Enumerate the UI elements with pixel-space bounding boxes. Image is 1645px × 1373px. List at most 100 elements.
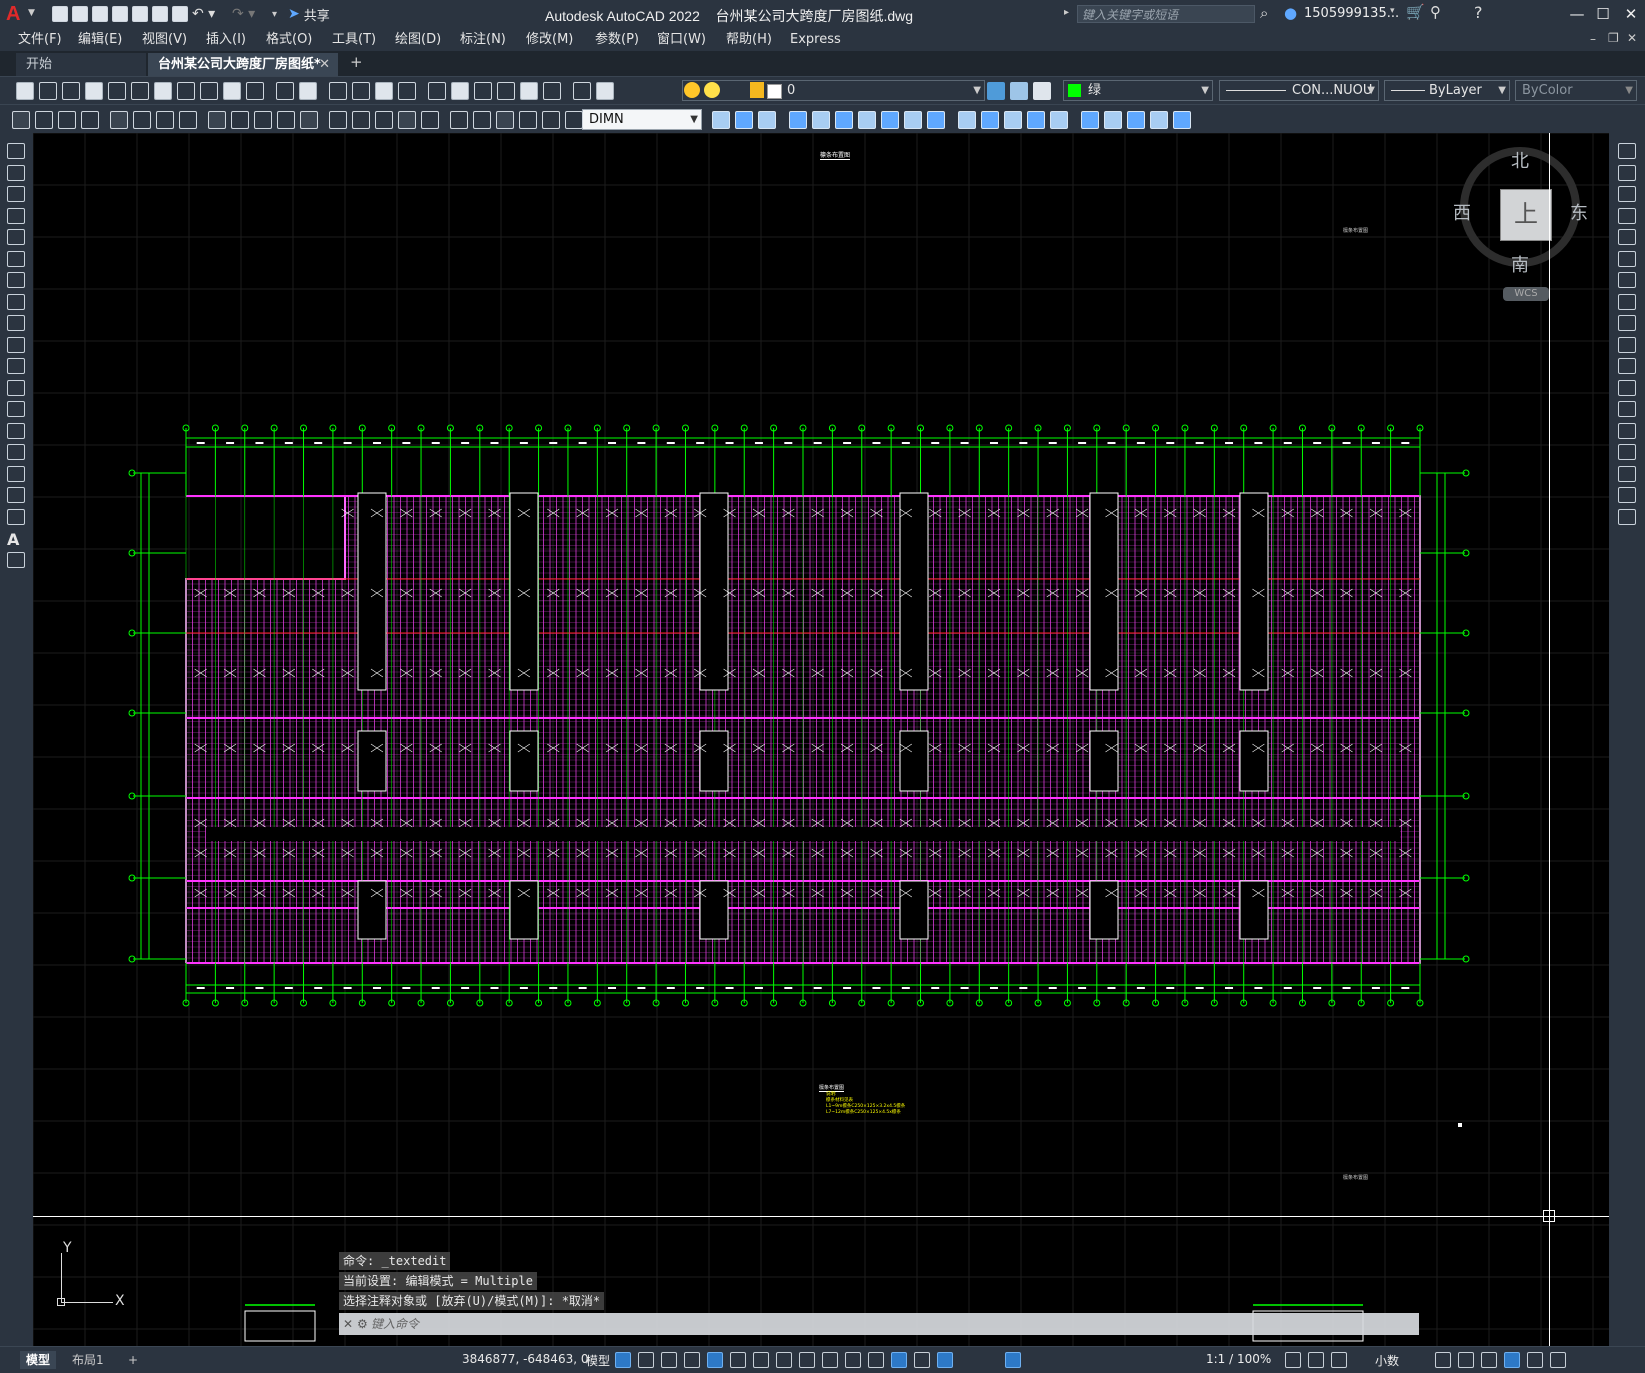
undo-icon[interactable]: ↶ ▾ — [192, 6, 228, 22]
zoom-previous-icon[interactable] — [398, 82, 416, 100]
dim-tool-20-icon[interactable] — [473, 111, 491, 129]
quick-properties-icon[interactable] — [1435, 1352, 1451, 1368]
markup-icon[interactable] — [520, 82, 538, 100]
tab-close-icon[interactable]: ✕ — [319, 53, 330, 76]
hardware-accel-icon[interactable] — [1504, 1352, 1520, 1368]
solid-tool-20-icon[interactable] — [1173, 111, 1191, 129]
sheet-set-icon[interactable] — [497, 82, 515, 100]
revcloud-icon[interactable] — [7, 293, 25, 310]
color-dropdown[interactable]: 绿 ▼ — [1063, 80, 1213, 101]
menu-parametric[interactable]: 参数(P) — [595, 31, 639, 49]
design-center-icon[interactable] — [451, 82, 469, 100]
solid-tool-7-icon[interactable] — [858, 111, 876, 129]
snap-icon[interactable] — [638, 1352, 654, 1368]
dimstyle-dropdown[interactable]: DIMN ▼ — [582, 109, 702, 130]
plotstyle-dropdown[interactable]: ByColor ▼ — [1515, 80, 1637, 101]
dim-tool-1-icon[interactable] — [12, 111, 30, 129]
user-icon[interactable]: ● — [1284, 4, 1297, 22]
close-button[interactable]: ✕ — [1620, 4, 1642, 24]
command-settings-icon[interactable]: ⚙ — [357, 1313, 368, 1335]
pan-icon[interactable] — [329, 82, 347, 100]
ellipse-icon[interactable] — [7, 336, 25, 353]
dim-tool-18-icon[interactable] — [421, 111, 439, 129]
doc-minimize-icon[interactable]: – — [1590, 32, 1596, 46]
layer-match-icon[interactable] — [1033, 82, 1051, 100]
dim-tool-11-icon[interactable] — [254, 111, 272, 129]
match-properties-icon[interactable] — [246, 82, 264, 100]
dim-tool-3-icon[interactable] — [58, 111, 76, 129]
dim-tool-13-icon[interactable] — [300, 111, 318, 129]
solid-tool-4-icon[interactable] — [789, 111, 807, 129]
dim-tool-16-icon[interactable] — [375, 111, 393, 129]
tab-drawing[interactable]: 台州某公司大跨度厂房图纸* ✕ — [148, 53, 338, 76]
zoom-realtime-icon[interactable] — [352, 82, 370, 100]
zoom-window-icon[interactable] — [375, 82, 393, 100]
dim-tool-10-icon[interactable] — [231, 111, 249, 129]
user-name[interactable]: 1505999135... — [1304, 6, 1399, 21]
solid-tool-13-icon[interactable] — [1004, 111, 1022, 129]
store-cart-icon[interactable]: 🛒 — [1406, 3, 1425, 21]
extend-icon[interactable] — [1618, 358, 1636, 374]
autocad-logo-icon[interactable]: A — [6, 3, 28, 25]
join-icon[interactable] — [1618, 422, 1636, 439]
mtext-icon[interactable]: A — [7, 530, 25, 549]
stretch-icon[interactable] — [1618, 315, 1636, 331]
solid-tool-12-icon[interactable] — [981, 111, 999, 129]
dim-tool-9-icon[interactable] — [208, 111, 226, 129]
polar-icon[interactable] — [707, 1352, 723, 1368]
copy-icon[interactable] — [1618, 164, 1636, 181]
polygon-icon[interactable] — [7, 207, 25, 224]
layer-dropdown[interactable]: 0 ▼ — [682, 80, 985, 101]
grid-icon[interactable] — [615, 1352, 631, 1368]
doc-close-icon[interactable]: ✕ — [1627, 31, 1637, 45]
command-close-icon[interactable]: ✕ — [343, 1313, 353, 1335]
menu-express[interactable]: Express — [790, 31, 841, 49]
rectangle-icon[interactable] — [7, 229, 25, 245]
solid-tool-15-icon[interactable] — [1050, 111, 1068, 129]
open-file-icon[interactable] — [72, 6, 88, 22]
solid-tool-8-icon[interactable] — [881, 111, 899, 129]
erase-icon[interactable] — [1618, 143, 1636, 159]
dim-tool-23-icon[interactable] — [542, 111, 560, 129]
point-icon[interactable] — [7, 422, 25, 439]
gradient-icon[interactable] — [7, 465, 25, 482]
selection-filter-icon[interactable] — [914, 1352, 930, 1368]
linetype-dropdown[interactable]: CON...NUOU ▼ — [1219, 80, 1379, 101]
open-icon[interactable] — [39, 82, 57, 100]
polyline-icon[interactable] — [7, 186, 25, 202]
line-icon[interactable] — [7, 143, 25, 159]
osnap-icon[interactable] — [776, 1352, 792, 1368]
scale-icon[interactable] — [1618, 293, 1636, 310]
rotate-icon[interactable] — [1618, 272, 1636, 288]
dim-tool-14-icon[interactable] — [329, 111, 347, 129]
lineweight-dropdown[interactable]: ByLayer ▼ — [1384, 80, 1510, 101]
maximize-button[interactable]: ☐ — [1592, 4, 1614, 24]
redo-icon[interactable] — [299, 82, 317, 100]
solid-tool-2-icon[interactable] — [735, 111, 753, 129]
dim-tool-2-icon[interactable] — [35, 111, 53, 129]
selection-cycling-icon[interactable] — [845, 1352, 861, 1368]
gizmo-icon[interactable] — [937, 1352, 953, 1368]
print-icon[interactable] — [85, 82, 103, 100]
offset-icon[interactable] — [1618, 207, 1636, 224]
insert-block-icon[interactable] — [7, 379, 25, 396]
clean-screen-icon[interactable] — [1527, 1352, 1543, 1368]
layer-previous-icon[interactable] — [987, 82, 1005, 100]
help-icon[interactable] — [573, 82, 591, 100]
calculator-icon[interactable] — [543, 82, 561, 100]
a360-icon[interactable]: ⚲ — [1430, 3, 1441, 21]
command-input[interactable]: ✕ ⚙ 键入命令 — [339, 1313, 1419, 1335]
new-icon[interactable] — [16, 82, 34, 100]
dim-tool-15-icon[interactable] — [352, 111, 370, 129]
isolate-objects-icon[interactable] — [1481, 1352, 1497, 1368]
add-layout-button[interactable]: + — [122, 1351, 144, 1369]
drawing-canvas[interactable]: 檩条布置图 檩条布置图 檩条布置图 檩条布置图 说明: 檩条材料见表 L1~9m… — [33, 133, 1609, 1346]
workspace-icon[interactable] — [1308, 1352, 1324, 1368]
array-icon[interactable] — [1618, 229, 1636, 245]
menu-draw[interactable]: 绘图(D) — [395, 31, 441, 49]
menu-file[interactable]: 文件(F) — [18, 31, 62, 49]
share-button[interactable]: 共享 — [304, 5, 330, 24]
solid-tool-1-icon[interactable] — [712, 111, 730, 129]
dim-tool-12-icon[interactable] — [277, 111, 295, 129]
dynamic-ucs-icon[interactable] — [891, 1352, 907, 1368]
